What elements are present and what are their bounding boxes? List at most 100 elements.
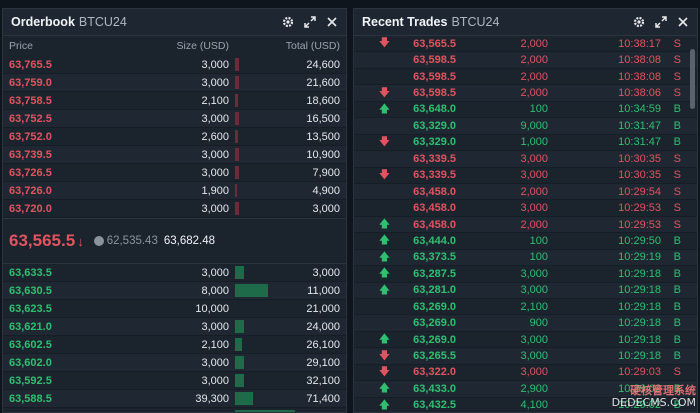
trade-side: B	[673, 284, 681, 297]
trade-row[interactable]: 🡅 63,269.0 3,000 10:29:18 B	[354, 332, 697, 349]
trade-row[interactable]: 63,269.0 900 10:29:18 B	[354, 315, 697, 332]
trade-row[interactable]: 63,458.0 2,000 10:29:54 S	[354, 183, 697, 201]
trade-price: 63,339.5	[413, 169, 456, 182]
ask-row[interactable]: 63,759.0 3,000 21,600	[3, 74, 346, 92]
trade-time: 10:29:18	[618, 317, 661, 330]
trade-row[interactable]: 63,329.0 9,000 10:31:47 B	[354, 118, 697, 135]
ask-price: 63,720.0	[9, 202, 52, 215]
trade-row[interactable]: 🡇 63,565.5 2,000 10:38:17 S	[354, 36, 697, 53]
trades-title: Recent Trades	[362, 15, 448, 29]
bid-row[interactable]: 63,588.5 39,300 71,400	[3, 390, 346, 408]
ask-depth-cell	[235, 94, 295, 107]
trade-row[interactable]: 🡅 63,444.0 100 10:29:50 B	[354, 233, 697, 250]
orderbook-symbol: BTCU24	[78, 15, 127, 29]
ask-total: 16,500	[306, 112, 340, 125]
trades-list[interactable]: 🡇 63,565.5 2,000 10:38:17 S 63,598.5 2,000 10:3…	[354, 36, 697, 412]
ask-row[interactable]: 63,765.5 3,000 24,600	[3, 56, 346, 74]
trade-side: B	[673, 251, 681, 264]
trade-time: 10:29:18	[618, 333, 661, 346]
trade-size: 2,100	[520, 300, 548, 313]
bid-total: 3,000	[312, 266, 340, 279]
index-price: 63,682.48	[163, 235, 216, 247]
trade-side: S	[673, 37, 681, 50]
trade-row[interactable]: 🡇 63,598.5 2,000 10:38:06 S	[354, 85, 697, 102]
expand-icon[interactable]	[304, 16, 316, 28]
ask-size: 2,600	[201, 130, 229, 143]
trade-row[interactable]: 63,339.5 3,000 10:30:35 S	[354, 151, 697, 168]
arrow-down-icon: ↓	[77, 233, 84, 249]
trade-row[interactable]: 🡅 63,458.0 2,000 10:29:53 S	[354, 216, 697, 234]
trade-row[interactable]: 🡅 63,648.0 100 10:34:59 B	[354, 102, 697, 119]
close-icon[interactable]	[326, 16, 338, 28]
trade-time: 10:31:47	[618, 119, 661, 132]
ask-row[interactable]: 63,752.5 3,000 16,500	[3, 110, 346, 128]
bid-row[interactable]: 63,630.5 8,000 11,000	[3, 282, 346, 300]
ask-price: 63,739.5	[9, 148, 52, 161]
trade-row[interactable]: 🡇 63,322.0 3,000 10:29:03 S	[354, 365, 697, 382]
bid-row[interactable]: 63,633.5 3,000 3,000	[3, 264, 346, 282]
orderbook-panel: Orderbook BTCU24 Price Size (USD) Total …	[2, 8, 347, 413]
arrow-up-icon: 🡅	[378, 283, 390, 296]
bid-price: 63,633.5	[9, 266, 52, 279]
trade-row[interactable]: 63,269.0 2,100 10:29:18 B	[354, 299, 697, 316]
trade-side: S	[673, 169, 681, 182]
bid-depth-bar	[235, 266, 244, 279]
ask-price: 63,726.5	[9, 166, 52, 179]
arrow-up-icon: 🡅	[378, 102, 390, 115]
gear-icon[interactable]	[633, 16, 645, 28]
trade-row[interactable]: 63,458.0 3,000 10:29:53 S	[354, 200, 697, 217]
arrow-down-icon: 🡇	[378, 37, 390, 50]
trade-row[interactable]: 🡇 63,265.5 3,000 10:29:18 B	[354, 348, 697, 365]
ask-depth-cell	[235, 112, 295, 125]
bid-row[interactable]: 63,602.0 3,000 29,100	[3, 354, 346, 372]
trade-size: 900	[529, 317, 548, 330]
ask-row[interactable]: 63,720.0 3,000 3,000	[3, 200, 346, 218]
trade-size: 3,000	[520, 366, 548, 379]
ask-row[interactable]: 63,739.5 3,000 10,900	[3, 146, 346, 164]
bid-total: 29,100	[306, 356, 340, 369]
trade-row[interactable]: 63,598.5 2,000 10:38:08 S	[354, 52, 697, 69]
bid-row[interactable]: 63,588.0334,100405,500	[3, 408, 346, 412]
bid-row[interactable]: 63,602.5 2,100 26,100	[3, 336, 346, 354]
bid-size: 2,100	[201, 338, 229, 351]
trade-price: 63,444.0	[413, 234, 456, 247]
close-icon[interactable]	[677, 16, 689, 28]
trade-price: 63,458.0	[413, 185, 456, 198]
bid-depth-bar	[235, 392, 253, 405]
trade-time: 10:34:59	[618, 103, 661, 116]
trades-scrollbar[interactable]	[690, 49, 695, 109]
bid-row[interactable]: 63,592.5 3,000 32,100	[3, 372, 346, 390]
trade-size: 2,000	[520, 54, 548, 67]
bid-row[interactable]: 63,621.0 3,000 24,000	[3, 318, 346, 336]
ask-depth-bar	[235, 202, 239, 215]
ask-row[interactable]: 63,758.5 2,100 18,600	[3, 92, 346, 110]
ask-row[interactable]: 63,752.0 2,600 13,500	[3, 128, 346, 146]
ask-row[interactable]: 63,726.5 3,000 7,900	[3, 164, 346, 182]
trade-row[interactable]: 🡅 63,373.5 100 10:29:19 B	[354, 249, 697, 267]
trade-size: 3,000	[520, 169, 548, 182]
bids-list: 63,633.5 3,000 3,000 63,630.5 8,000 11,000 63,…	[3, 264, 346, 412]
trade-row[interactable]: 63,598.5 2,000 10:38:08 S	[354, 69, 697, 86]
ask-size: 3,000	[201, 112, 229, 125]
ask-size: 1,900	[201, 184, 229, 197]
ask-total: 4,900	[312, 184, 340, 197]
trade-time: 10:30:35	[618, 152, 661, 165]
trade-time: 10:38:17	[618, 37, 661, 50]
trade-row[interactable]: 🡅 63,287.5 3,000 10:29:18 B	[354, 266, 697, 283]
ask-row[interactable]: 63,726.0 1,900 4,900	[3, 182, 346, 200]
bid-price: 63,592.5	[9, 374, 52, 387]
trade-row[interactable]: 🡅 63,281.0 3,000 10:29:18 B	[354, 282, 697, 299]
trade-row[interactable]: 🡇 63,329.0 1,000 10:31:47 B	[354, 135, 697, 152]
expand-icon[interactable]	[655, 16, 667, 28]
trade-price: 63,458.0	[413, 218, 456, 231]
bid-row[interactable]: 63,623.5 10,000 21,000	[3, 300, 346, 318]
trade-side: B	[673, 119, 681, 132]
gear-icon[interactable]	[282, 16, 294, 28]
trade-price: 63,373.5	[413, 251, 456, 264]
trade-row[interactable]: 🡇 63,339.5 3,000 10:30:35 S	[354, 168, 697, 184]
bid-depth-bar	[235, 284, 268, 297]
trade-price: 63,329.0	[413, 119, 456, 132]
ask-depth-bar	[235, 58, 239, 71]
ask-depth-bar	[235, 76, 239, 89]
recent-trades-panel: Recent Trades BTCU24 🡇 63,565.5 2,000 10:38…	[353, 8, 698, 413]
